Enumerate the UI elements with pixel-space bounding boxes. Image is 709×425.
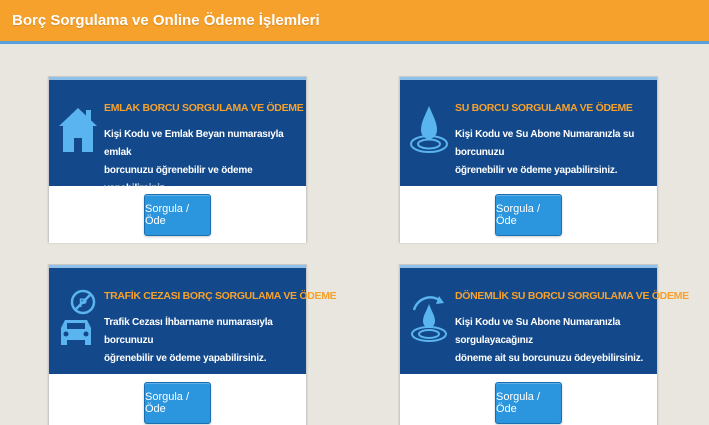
card-info-panel: DÖNEMLİK SU BORCU SORGULAMA VE ÖDEME Kiş…	[400, 265, 689, 374]
card-donemlik-su: DÖNEMLİK SU BORCU SORGULAMA VE ÖDEME Kiş…	[399, 264, 689, 425]
card-title: DÖNEMLİK SU BORCU SORGULAMA VE ÖDEME	[455, 290, 689, 302]
traffic-car-icon: P	[61, 289, 96, 345]
card-description-line: Kişi Kodu ve Su Abone Numaranızla sorgul…	[455, 317, 621, 346]
card-description-line: Kişi Kodu ve Su Abone Numaranızla su bor…	[455, 129, 635, 158]
page-header: Borç Sorgulama ve Online Ödeme İşlemleri	[0, 0, 709, 44]
card-description-line: Trafik Cezası İhbarname numarasıyla borc…	[104, 317, 273, 346]
card-su: SU BORCU SORGULAMA VE ÖDEME Kişi Kodu ve…	[399, 76, 658, 243]
card-trafik: P TRAFİK CEZASI BORÇ SORGULAMA VE ÖDEME …	[48, 264, 337, 425]
card-info-panel: SU BORCU SORGULAMA VE ÖDEME Kişi Kodu ve…	[400, 77, 657, 186]
card-description-line: döneme ait su borcunuzu ödeyebilirsiniz.	[455, 353, 644, 364]
card-description-line: Kişi Kodu ve Emlak Beyan numarasıyla eml…	[104, 129, 284, 158]
water-drop-icon	[410, 106, 448, 153]
periodic-water-icon	[411, 296, 447, 342]
card-description: Kişi Kodu ve Su Abone Numaranızla sorgul…	[455, 314, 653, 368]
card-description-line: öğrenebilir ve ödeme yapabilirsiniz.	[104, 353, 267, 364]
card-action-area: Sorgula / Öde	[49, 186, 306, 243]
trafik-query-pay-button[interactable]: Sorgula / Öde	[144, 382, 211, 424]
card-action-area: Sorgula / Öde	[49, 374, 306, 425]
su-query-pay-button[interactable]: Sorgula / Öde	[495, 194, 562, 236]
card-title: EMLAK BORCU SORGULAMA VE ÖDEME	[104, 102, 304, 114]
house-icon	[59, 108, 97, 152]
donemlik-su-query-pay-button[interactable]: Sorgula / Öde	[495, 382, 562, 424]
card-info-panel: EMLAK BORCU SORGULAMA VE ÖDEME Kişi Kodu…	[49, 77, 306, 194]
card-description: Kişi Kodu ve Su Abone Numaranızla su bor…	[455, 126, 653, 180]
card-action-area: Sorgula / Öde	[400, 374, 657, 425]
card-action-area: Sorgula / Öde	[400, 186, 657, 243]
svg-text:P: P	[79, 296, 87, 310]
card-title: TRAFİK CEZASI BORÇ SORGULAMA VE ÖDEME	[104, 290, 337, 302]
card-emlak: EMLAK BORCU SORGULAMA VE ÖDEME Kişi Kodu…	[48, 76, 307, 243]
card-description: Trafik Cezası İhbarname numarasıyla borc…	[104, 314, 302, 368]
emlak-query-pay-button[interactable]: Sorgula / Öde	[144, 194, 211, 236]
card-info-panel: P TRAFİK CEZASI BORÇ SORGULAMA VE ÖDEME …	[49, 265, 337, 374]
page-title: Borç Sorgulama ve Online Ödeme İşlemleri	[12, 12, 320, 29]
card-description-line: öğrenebilir ve ödeme yapabilirsiniz.	[455, 165, 618, 176]
card-title: SU BORCU SORGULAMA VE ÖDEME	[455, 102, 633, 114]
